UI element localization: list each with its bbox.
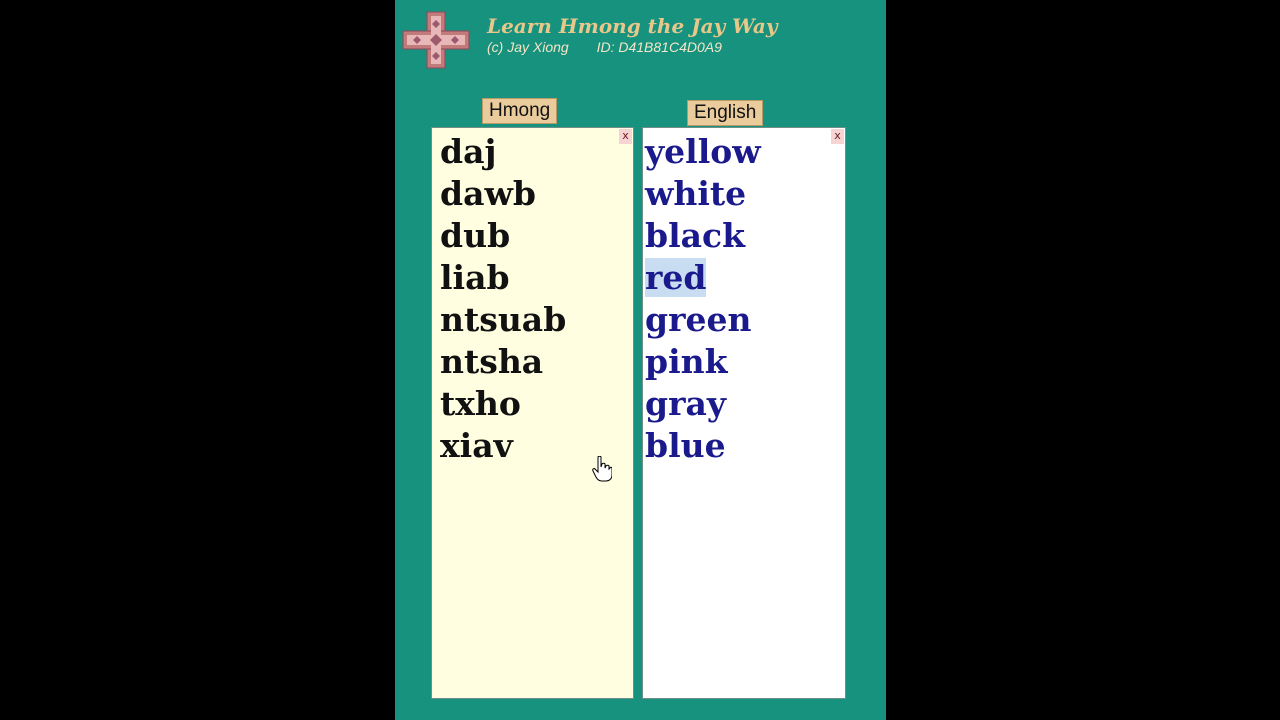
english-word-item[interactable]: yellow bbox=[645, 131, 761, 173]
english-word-item[interactable]: green bbox=[645, 299, 761, 341]
id-text: ID: D41B81C4D0A9 bbox=[596, 39, 722, 55]
english-word-item[interactable]: pink bbox=[645, 341, 761, 383]
english-word-panel: x yellow white black red green pink gray… bbox=[642, 127, 846, 699]
hmong-word-item[interactable]: txho bbox=[440, 383, 566, 425]
hmong-word-item[interactable]: daj bbox=[440, 131, 566, 173]
hmong-word-text: dawb bbox=[440, 174, 536, 213]
english-word-list: yellow white black red green pink gray b… bbox=[645, 131, 761, 467]
english-word-item[interactable]: gray bbox=[645, 383, 761, 425]
hmong-word-text: txho bbox=[440, 384, 521, 423]
hmong-word-item[interactable]: xiav bbox=[440, 425, 566, 467]
app-title: Learn Hmong the Jay Way bbox=[487, 14, 778, 38]
hmong-word-item[interactable]: dub bbox=[440, 215, 566, 257]
english-close-button[interactable]: x bbox=[831, 129, 844, 144]
english-word-text: white bbox=[645, 174, 747, 213]
hmong-cross-logo-icon bbox=[402, 11, 470, 69]
hmong-word-panel: x daj dawb dub liab ntsuab ntsha txho xi… bbox=[431, 127, 634, 699]
english-word-item[interactable]: blue bbox=[645, 425, 761, 467]
english-word-text: blue bbox=[645, 426, 726, 465]
english-word-text: red bbox=[645, 258, 707, 297]
hmong-word-text: daj bbox=[440, 132, 497, 171]
english-word-text: green bbox=[645, 300, 752, 339]
hmong-close-button[interactable]: x bbox=[619, 129, 632, 144]
english-word-item[interactable]: white bbox=[645, 173, 761, 215]
copyright-text: (c) Jay Xiong bbox=[487, 39, 569, 55]
app-window: Learn Hmong the Jay Way (c) Jay Xiong ID… bbox=[395, 0, 886, 720]
hmong-word-list: daj dawb dub liab ntsuab ntsha txho xiav bbox=[440, 131, 566, 467]
app-subtitle: (c) Jay Xiong ID: D41B81C4D0A9 bbox=[487, 39, 722, 55]
hand-pointer-cursor-icon bbox=[592, 456, 612, 482]
english-word-text: pink bbox=[645, 342, 728, 381]
hmong-word-item[interactable]: ntsha bbox=[440, 341, 566, 383]
hmong-word-text: liab bbox=[440, 258, 510, 297]
english-word-text: gray bbox=[645, 384, 727, 423]
hmong-word-item[interactable]: ntsuab bbox=[440, 299, 566, 341]
english-header-button[interactable]: English bbox=[687, 100, 764, 126]
english-word-item[interactable]: black bbox=[645, 215, 761, 257]
hmong-word-text: ntsha bbox=[440, 342, 544, 381]
english-word-text: black bbox=[645, 216, 745, 255]
english-word-item-selected[interactable]: red bbox=[645, 257, 761, 299]
english-word-text: yellow bbox=[645, 132, 761, 171]
hmong-word-text: dub bbox=[440, 216, 511, 255]
hmong-header-button[interactable]: Hmong bbox=[482, 98, 558, 124]
hmong-word-text: ntsuab bbox=[440, 300, 567, 339]
hmong-word-text: xiav bbox=[440, 426, 513, 465]
hmong-word-item[interactable]: liab bbox=[440, 257, 566, 299]
hmong-word-item[interactable]: dawb bbox=[440, 173, 566, 215]
